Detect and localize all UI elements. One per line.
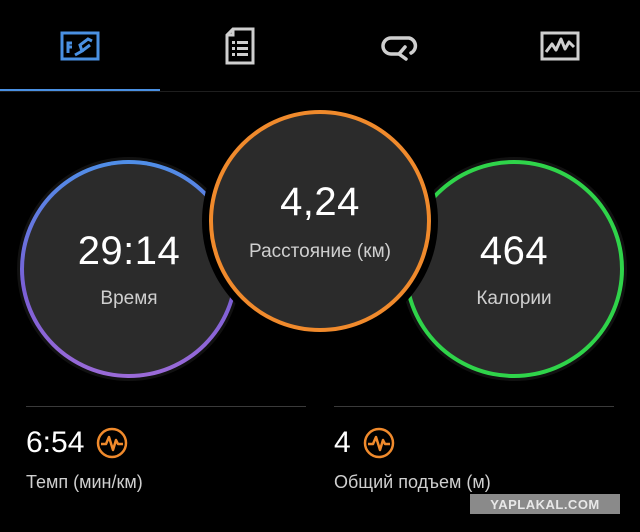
divider-left [26,406,306,407]
activity-graph-icon [540,31,580,61]
ascent-metric[interactable]: 4 Общий подъем (м) [334,426,491,493]
calories-value: 464 [479,228,549,273]
ascent-label: Общий подъем (м) [334,472,491,492]
pulse-wave-icon[interactable] [363,427,395,459]
watermark: YAPLAKAL.COM [470,494,620,514]
time-value: 29:14 [77,228,181,273]
tab-details[interactable] [160,0,320,92]
tab-bar [0,0,640,92]
tab-laps[interactable] [320,0,480,92]
calories-label: Калории [476,287,552,309]
calories-circle[interactable]: 464 Калории [404,160,624,378]
ascent-value: 4 [334,426,351,459]
pace-metric[interactable]: 6:54 Темп (мин/км) [26,426,143,493]
tab-divider [0,91,640,92]
pace-label: Темп (мин/км) [26,472,143,492]
time-circle[interactable]: 29:14 Время [20,160,238,378]
document-list-icon [225,27,255,65]
divider-right [334,406,614,407]
loop-arrow-icon [381,36,418,61]
pace-value: 6:54 [26,426,85,459]
distance-value: 4,24 [280,179,360,224]
pulse-wave-icon[interactable] [96,427,128,459]
distance-label: Расстояние (км) [249,240,391,262]
time-label: Время [100,287,158,309]
stats-chart-icon [60,31,100,61]
tab-stats[interactable] [0,0,160,92]
distance-circle[interactable]: 4,24 Расстояние (км) [209,110,431,332]
tab-graphs[interactable] [480,0,640,92]
